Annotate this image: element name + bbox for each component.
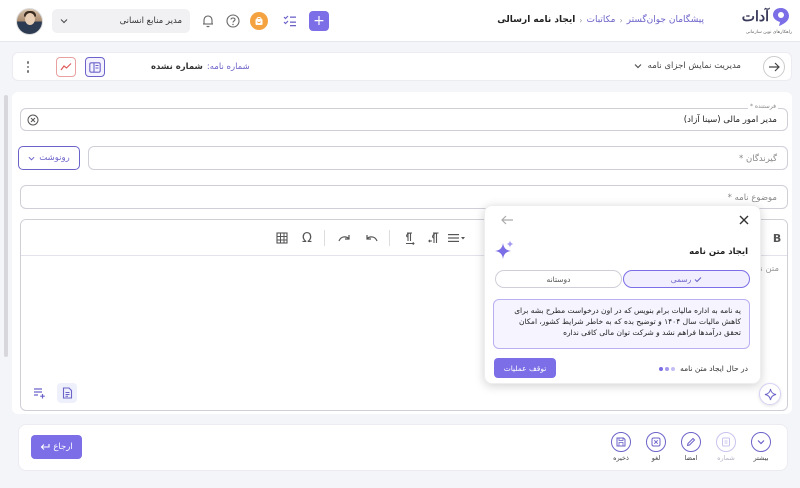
- add-list-button[interactable]: [29, 383, 49, 403]
- stop-operation-button[interactable]: توقف عملیات: [494, 358, 556, 378]
- add-list-icon: [33, 388, 45, 399]
- cancel-icon: [651, 437, 661, 447]
- more-options-icon[interactable]: [23, 61, 33, 75]
- tone-friendly-option[interactable]: دوستانه: [495, 270, 622, 288]
- chevron-down-icon: [60, 19, 68, 24]
- refer-label: ارجاع: [53, 442, 73, 452]
- recipients-input[interactable]: گیرندگان *: [88, 146, 788, 170]
- activity-chart-button[interactable]: [56, 57, 76, 77]
- special-character-icon[interactable]: Ω: [299, 230, 315, 246]
- cc-dropdown-button[interactable]: رونوشت: [18, 146, 80, 170]
- store-icon[interactable]: [250, 12, 268, 30]
- breadcrumb: پیشگامان جوان‌گستر ‹ مکاتبات ‹ ایجاد نام…: [497, 15, 704, 25]
- arrow-right-icon: [769, 62, 780, 72]
- bold-button[interactable]: B: [769, 230, 785, 246]
- document-icon: [62, 387, 72, 399]
- sender-label: فرستنده *: [747, 103, 778, 110]
- cancel-label: لغو: [651, 454, 661, 462]
- insert-table-icon[interactable]: [274, 230, 290, 246]
- sparkle-icon: [764, 388, 776, 400]
- chevron-down-icon: [757, 440, 765, 445]
- refer-button[interactable]: ارجاع: [31, 435, 82, 459]
- ai-panel-title: ایجاد متن نامه: [689, 247, 748, 257]
- ai-letter-generator-panel: ایجاد متن نامه رسمی دوستانه یه نامه به ا…: [484, 205, 761, 384]
- sender-value: مدیر امور مالی (سینا آزاد): [683, 115, 777, 125]
- brand-logo[interactable]: آدات راهکارهای نوین سازمانی: [728, 6, 792, 36]
- side-panel-icon: [89, 61, 101, 73]
- add-button[interactable]: +: [309, 11, 329, 31]
- refer-arrow-icon: [41, 444, 50, 450]
- trend-line-icon: [60, 63, 72, 71]
- bottom-action-bar: بیشتر شماره امضا لغو ذخیره ارجاع: [18, 424, 788, 471]
- sender-field[interactable]: فرستنده * مدیر امور مالی (سینا آزاد): [20, 103, 788, 131]
- save-button[interactable]: ذخیره: [606, 432, 636, 468]
- cc-label: رونوشت: [39, 153, 70, 163]
- number-letter-button[interactable]: شماره: [711, 432, 741, 468]
- cancel-button[interactable]: لغو: [641, 432, 671, 468]
- help-icon[interactable]: [224, 12, 242, 30]
- more-actions-label: بیشتر: [753, 454, 769, 462]
- sign-label: امضا: [684, 454, 698, 462]
- recipients-placeholder: گیرندگان *: [739, 154, 777, 164]
- ai-prompt-input[interactable]: یه نامه به اداره مالیات برام بنویس که در…: [493, 299, 750, 349]
- number-letter-label: شماره: [717, 454, 735, 462]
- role-select-value: مدیر منابع انسانی: [119, 16, 182, 26]
- chevron-down-icon: [634, 64, 642, 69]
- tone-friendly-label: دوستانه: [546, 274, 571, 284]
- generation-status-label: در حال ایجاد متن نامه: [680, 364, 748, 373]
- tone-formal-label: رسمی: [670, 274, 692, 284]
- pen-icon: [686, 437, 696, 447]
- display-management-label: مدیریت نمایش اجزای نامه: [647, 61, 741, 71]
- top-header: آدات راهکارهای نوین سازمانی پیشگامان جوا…: [0, 0, 800, 42]
- avatar[interactable]: [16, 8, 43, 35]
- letter-toolbar: مدیریت نمایش اجزای نامه شماره نامه: شمار…: [12, 52, 792, 81]
- breadcrumb-separator: ‹: [619, 15, 623, 25]
- letter-number-label: شماره نامه:: [206, 62, 250, 72]
- back-button[interactable]: [763, 56, 785, 78]
- brand-tagline: راهکارهای نوین سازمانی: [745, 30, 792, 35]
- display-management-dropdown[interactable]: مدیریت نمایش اجزای نامه: [634, 61, 741, 71]
- tone-formal-option[interactable]: رسمی: [623, 270, 750, 288]
- rtl-paragraph-icon[interactable]: [426, 230, 442, 246]
- check-icon: [694, 276, 702, 282]
- role-select[interactable]: مدیر منابع انسانی: [52, 9, 190, 33]
- task-list-icon[interactable]: [281, 12, 299, 30]
- clear-icon[interactable]: [27, 114, 39, 126]
- breadcrumb-separator: ‹: [579, 15, 583, 25]
- page-scrollbar[interactable]: [4, 95, 8, 357]
- save-icon: [616, 437, 626, 447]
- side-panel-button[interactable]: [85, 57, 105, 77]
- letter-number: شماره نامه: شماره نشده: [151, 62, 250, 72]
- sign-button[interactable]: امضا: [676, 432, 706, 468]
- close-icon[interactable]: [738, 214, 750, 226]
- arrow-left-icon[interactable]: [500, 214, 514, 226]
- bell-icon[interactable]: [199, 12, 217, 30]
- brand-mark-icon: [773, 8, 789, 26]
- undo-icon[interactable]: [363, 230, 379, 246]
- generation-status: در حال ایجاد متن نامه: [659, 364, 748, 373]
- align-dropdown-icon[interactable]: [446, 230, 468, 246]
- ai-assistant-button[interactable]: [759, 383, 781, 405]
- more-actions-button[interactable]: بیشتر: [746, 432, 776, 468]
- number-stamp-icon: [722, 437, 730, 447]
- ai-sparkles-icon: [495, 240, 514, 259]
- document-template-button[interactable]: [57, 383, 77, 403]
- letter-number-value: شماره نشده: [151, 62, 203, 72]
- save-label: ذخیره: [613, 454, 629, 462]
- breadcrumb-item-correspondence[interactable]: مکاتبات: [587, 15, 616, 25]
- redo-icon[interactable]: [336, 230, 352, 246]
- ltr-paragraph-icon[interactable]: [402, 230, 418, 246]
- breadcrumb-item-company[interactable]: پیشگامان جوان‌گستر: [627, 15, 704, 25]
- loading-dots-icon: [659, 366, 676, 371]
- brand-name: آدات: [741, 9, 769, 25]
- page-title: ایجاد نامه ارسالی: [497, 15, 576, 25]
- subject-placeholder: موضوع نامه *: [727, 193, 777, 203]
- chevron-down-icon: [28, 156, 35, 161]
